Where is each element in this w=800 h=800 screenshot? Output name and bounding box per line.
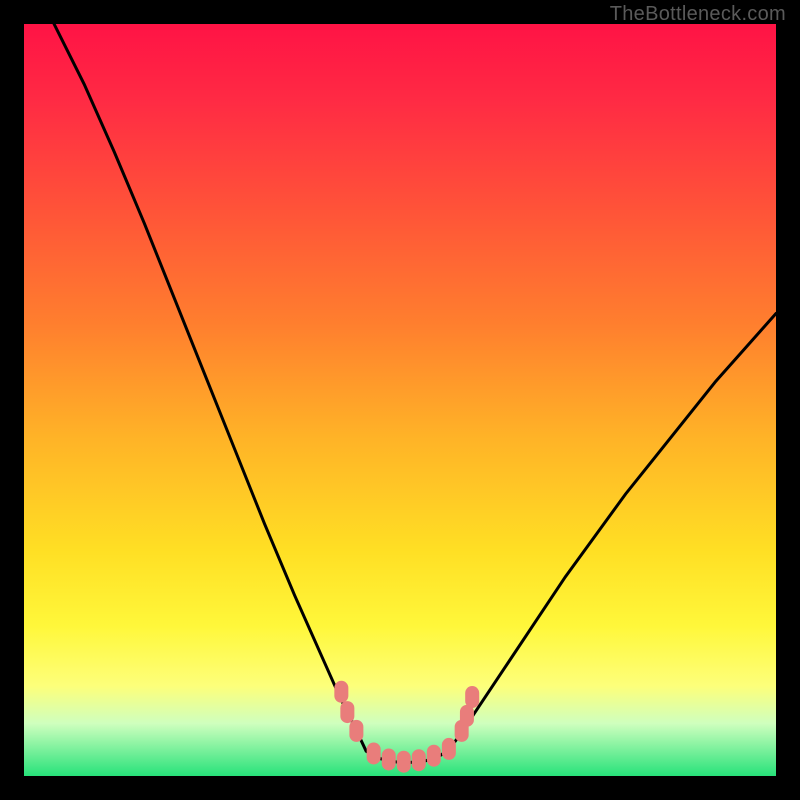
valley-marker — [427, 745, 441, 767]
attribution-label: TheBottleneck.com — [610, 3, 786, 26]
valley-marker — [465, 686, 479, 708]
chart-curve — [54, 24, 776, 762]
valley-marker — [340, 701, 354, 723]
valley-marker — [412, 749, 426, 771]
valley-marker — [334, 681, 348, 703]
chart-plot-area — [24, 24, 776, 776]
valley-marker — [442, 738, 456, 760]
chart-frame: TheBottleneck.com — [0, 0, 800, 800]
chart-svg — [24, 24, 776, 776]
chart-markers — [334, 681, 479, 773]
valley-marker — [367, 742, 381, 764]
valley-marker — [397, 751, 411, 773]
valley-marker — [382, 748, 396, 770]
bottleneck-curve — [54, 24, 776, 762]
valley-marker — [349, 720, 363, 742]
valley-marker — [460, 705, 474, 727]
